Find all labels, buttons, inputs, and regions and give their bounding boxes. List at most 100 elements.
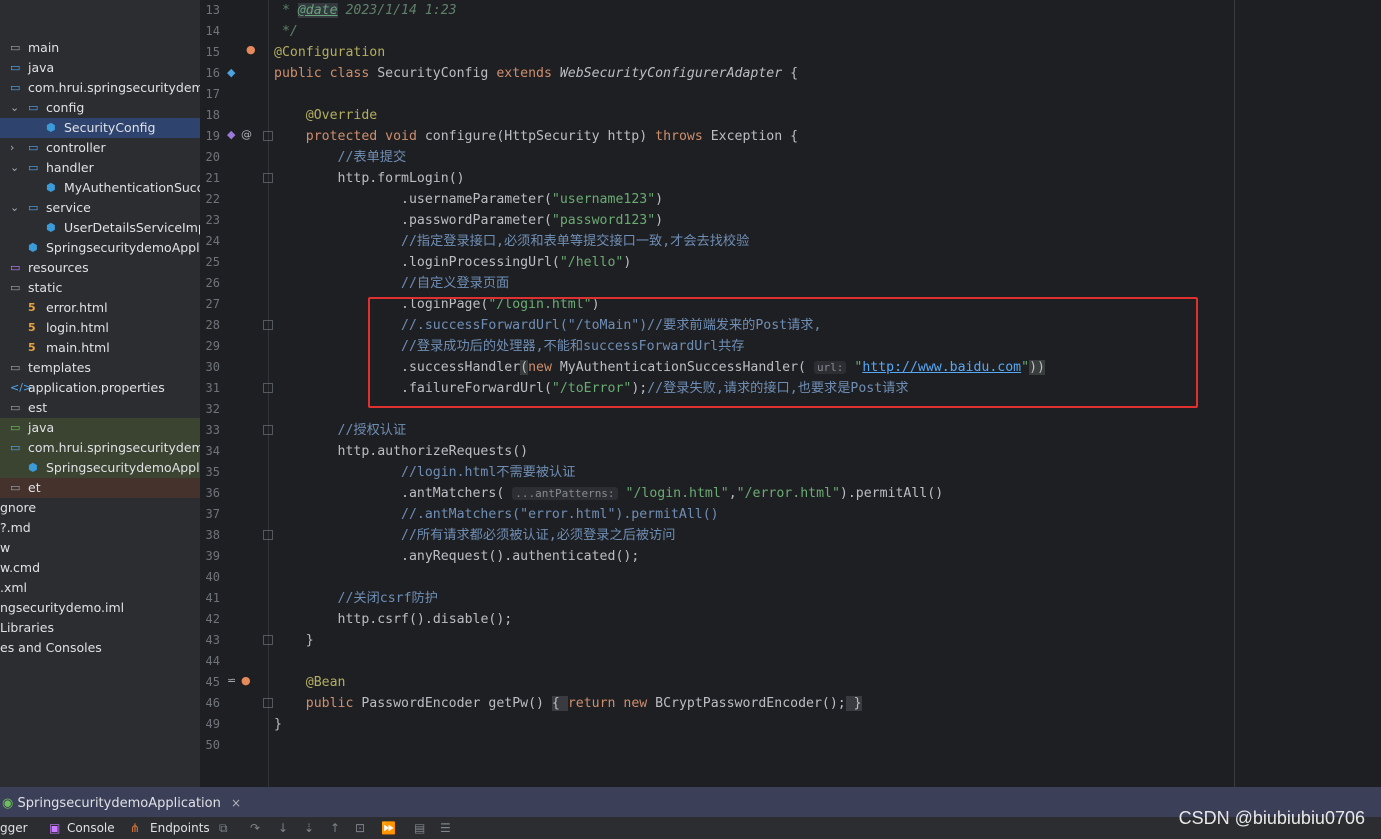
line-number: 26 bbox=[205, 276, 220, 290]
html-file-icon: 5 bbox=[28, 321, 36, 334]
tree-item[interactable]: ▭ est bbox=[0, 398, 200, 418]
close-icon[interactable]: × bbox=[231, 796, 241, 810]
code-line-24: //指定登录接口,必须和表单等提交接口一致,才会去找校验 bbox=[274, 234, 750, 249]
tree-item[interactable]: gnore bbox=[0, 498, 200, 518]
tree-item[interactable]: ▭ java bbox=[0, 58, 200, 78]
chevron-down-icon[interactable]: ⌄ bbox=[10, 158, 19, 178]
tree-item[interactable]: Libraries bbox=[0, 618, 200, 638]
endpoints-tab[interactable]: Endpoints bbox=[150, 819, 210, 837]
tree-item[interactable]: </> application.properties bbox=[0, 378, 200, 398]
tree-item-label: .xml bbox=[0, 580, 28, 595]
tree-item[interactable]: ▭ java bbox=[0, 418, 200, 438]
tree-item-label: Libraries bbox=[0, 620, 54, 635]
tree-item[interactable]: es and Consoles bbox=[0, 638, 200, 658]
project-tree[interactable]: ▭ main ▭ java ▭ com.hrui.springsecuritydemo ⌄ ▭… bbox=[0, 0, 201, 787]
tree-item-label: main.html bbox=[46, 340, 110, 355]
line-number: 49 bbox=[205, 717, 220, 731]
resume-icon[interactable]: ⏩ bbox=[381, 819, 396, 837]
tree-item[interactable]: ▭ resources bbox=[0, 258, 200, 278]
tree-item[interactable]: 5 main.html bbox=[0, 338, 200, 358]
code-line-45: @Bean bbox=[274, 675, 346, 690]
code-line-15: @Configuration bbox=[274, 45, 386, 60]
tree-item[interactable]: 5 error.html bbox=[0, 298, 200, 318]
tree-item[interactable]: ▭ main bbox=[0, 38, 200, 58]
code-line-21: http.formLogin() bbox=[274, 171, 465, 186]
annotation-gutter-icon[interactable]: @ bbox=[241, 129, 252, 141]
implemented-gutter-icon[interactable]: ◆ bbox=[227, 67, 235, 79]
line-number: 40 bbox=[205, 570, 220, 584]
fold-marker-icon[interactable] bbox=[263, 530, 273, 540]
debugger-tab[interactable]: gger bbox=[0, 819, 28, 837]
tree-item[interactable]: ▭ static bbox=[0, 278, 200, 298]
force-step-into-icon[interactable]: ⇣ bbox=[304, 819, 314, 837]
tree-item-label: controller bbox=[46, 140, 106, 155]
folder-icon: ▭ bbox=[10, 361, 21, 374]
tree-item-label: es and Consoles bbox=[0, 640, 102, 655]
tree-item-label: est bbox=[28, 400, 48, 415]
tree-item[interactable]: ?.md bbox=[0, 518, 200, 538]
step-over-icon[interactable]: ↷ bbox=[250, 819, 260, 837]
bean-gutter-icon[interactable]: ● bbox=[241, 675, 251, 687]
tree-item-label: static bbox=[28, 280, 63, 295]
layout-icon[interactable]: ⧉ bbox=[219, 819, 228, 837]
tree-item-label: com.hrui.springsecuritydemo bbox=[28, 440, 201, 455]
package-icon: ▭ bbox=[28, 201, 39, 214]
tree-item-label: login.html bbox=[46, 320, 109, 335]
folded-region[interactable]: { bbox=[551, 696, 568, 711]
code-line-39: .anyRequest().authenticated(); bbox=[274, 549, 640, 564]
line-number: 24 bbox=[205, 234, 220, 248]
run-toolbar: gger ▣ Console ⋔ Endpoints ⧉ ↷ ↓ ⇣ ↑ ⊡ ⏩… bbox=[0, 817, 1381, 839]
line-number: 33 bbox=[205, 423, 220, 437]
source-folder-icon: ▭ bbox=[10, 61, 21, 74]
step-into-icon[interactable]: ↓ bbox=[278, 819, 288, 837]
console-tab[interactable]: Console bbox=[67, 819, 115, 837]
tree-item[interactable]: ⬢ MyAuthenticationSuccessHandler bbox=[0, 178, 200, 198]
tree-item[interactable]: ⬢ SpringsecuritydemoApplication bbox=[0, 238, 200, 258]
tree-item[interactable]: ⬢ SecurityConfig bbox=[0, 118, 200, 138]
fold-marker-icon[interactable] bbox=[263, 131, 273, 141]
chevron-down-icon[interactable]: ⌄ bbox=[10, 98, 19, 118]
tree-item[interactable]: w.cmd bbox=[0, 558, 200, 578]
package-icon: ▭ bbox=[28, 101, 39, 114]
tree-item[interactable]: ⬢ SpringsecuritydemoApplication bbox=[0, 458, 200, 478]
tree-item[interactable]: ⌄ ▭ handler bbox=[0, 158, 200, 178]
fold-marker-icon[interactable] bbox=[263, 698, 273, 708]
chevron-right-icon[interactable]: › bbox=[10, 138, 14, 158]
run-tab[interactable]: ◉ SpringsecuritydemoApplication × bbox=[0, 791, 249, 815]
tree-item[interactable]: ngsecuritydemo.iml bbox=[0, 598, 200, 618]
evaluate-icon[interactable]: ▤ bbox=[414, 819, 425, 837]
bean-gutter-icon[interactable]: ● bbox=[246, 44, 256, 56]
fold-marker-icon[interactable] bbox=[263, 383, 273, 393]
tree-item[interactable]: ▭ templates bbox=[0, 358, 200, 378]
line-number: 36 bbox=[205, 486, 220, 500]
fold-marker-icon[interactable] bbox=[263, 425, 273, 435]
chevron-down-icon[interactable]: ⌄ bbox=[10, 198, 19, 218]
tree-item[interactable]: ▭ et bbox=[0, 478, 200, 498]
tree-item[interactable]: .xml bbox=[0, 578, 200, 598]
fold-marker-icon[interactable] bbox=[263, 173, 273, 183]
code-line-16: public class SecurityConfig extends WebS… bbox=[274, 66, 799, 81]
tree-item-label: error.html bbox=[46, 300, 108, 315]
tree-item[interactable]: ▭ com.hrui.springsecuritydemo bbox=[0, 78, 200, 98]
spring-class-icon: ⬢ bbox=[28, 241, 38, 254]
tree-item[interactable]: ▭ com.hrui.springsecuritydemo bbox=[0, 438, 200, 458]
structure-gutter-icon[interactable]: ⋍ bbox=[227, 675, 236, 687]
run-to-cursor-icon[interactable]: ⊡ bbox=[355, 819, 365, 837]
tree-item-label: templates bbox=[28, 360, 91, 375]
line-number: 25 bbox=[205, 255, 220, 269]
tree-item[interactable]: ⌄ ▭ config bbox=[0, 98, 200, 118]
tree-item-label: java bbox=[28, 420, 55, 435]
code-line-38: //所有请求都必须被认证,必须登录之后被访问 bbox=[274, 528, 676, 543]
code-line-20: //表单提交 bbox=[274, 150, 407, 165]
tree-item[interactable]: ⌄ ▭ service bbox=[0, 198, 200, 218]
fold-marker-icon[interactable] bbox=[263, 320, 273, 330]
tree-item[interactable]: ⬢ UserDetailsServiceImpl bbox=[0, 218, 200, 238]
tree-item[interactable]: 5 login.html bbox=[0, 318, 200, 338]
run-config-icon: ◉ bbox=[2, 796, 14, 811]
settings-list-icon[interactable]: ☰ bbox=[440, 819, 451, 837]
step-out-icon[interactable]: ↑ bbox=[330, 819, 340, 837]
tree-item[interactable]: w bbox=[0, 538, 200, 558]
override-gutter-icon[interactable]: ◆ bbox=[227, 129, 235, 141]
fold-marker-icon[interactable] bbox=[263, 635, 273, 645]
tree-item[interactable]: › ▭ controller bbox=[0, 138, 200, 158]
